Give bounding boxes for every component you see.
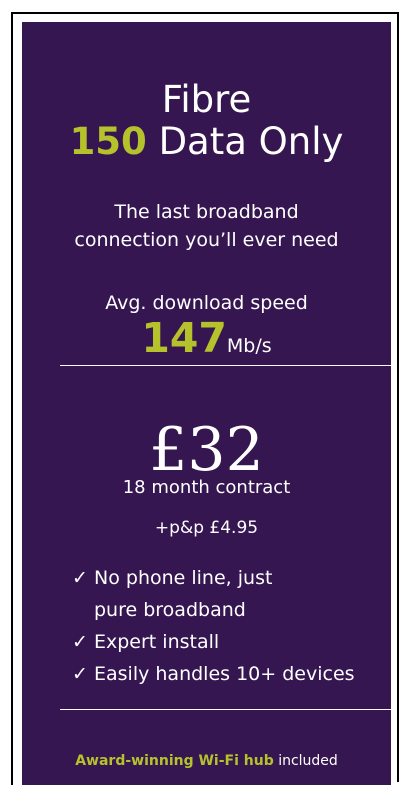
wifi-hub-highlight: Award-winning Wi-Fi hub — [75, 753, 274, 769]
check-icon: ✓ — [72, 663, 88, 685]
speed-value: 147 — [141, 314, 227, 362]
price-amount: £32 — [149, 415, 264, 485]
divider-top — [60, 365, 391, 366]
plan-tagline-line1: The last broadband — [114, 201, 299, 223]
frame-border-right — [397, 12, 399, 782]
speed-unit: Mb/s — [226, 335, 272, 357]
feature-list: ✓ No phone line, just pure broadband ✓ E… — [72, 562, 391, 690]
plan-card: Fibre 150 Data Only The last broadband c… — [22, 22, 391, 785]
frame-border-top — [11, 12, 399, 14]
feature-text-line1: No phone line, just — [94, 567, 273, 589]
speed-readout: 147Mb/s — [22, 315, 391, 361]
feature-text-line1: Expert install — [94, 631, 220, 653]
frame-border-left — [11, 12, 13, 785]
plan-title-line2: 150 Data Only — [22, 121, 391, 163]
contract-term: 18 month contract — [122, 477, 291, 498]
postage-cost: +p&p £4.95 — [154, 518, 259, 538]
plan-tagline-line2: connection you’ll ever need — [74, 229, 339, 251]
feature-item-devices: ✓ Easily handles 10+ devices — [72, 658, 391, 690]
divider-bottom — [60, 709, 391, 710]
feature-text-line2: pure broadband — [94, 599, 246, 621]
plan-tier: 150 — [69, 120, 147, 163]
wifi-hub-included: included — [278, 753, 338, 769]
speed-label: Avg. download speed — [105, 292, 308, 314]
wifi-hub-note: Award-winning Wi-Fi hub included — [22, 751, 391, 771]
check-icon: ✓ — [72, 567, 88, 589]
feature-text-line1: Easily handles 10+ devices — [94, 663, 355, 685]
feature-item-expert-install: ✓ Expert install — [72, 626, 391, 658]
feature-item-no-phone-line: ✓ No phone line, just pure broadband — [72, 562, 391, 626]
check-icon: ✓ — [72, 631, 88, 653]
plan-title-rest: Data Only — [158, 120, 344, 163]
plan-tagline: The last broadband connection you’ll eve… — [22, 198, 391, 254]
plan-title-line1: Fibre — [161, 78, 252, 121]
